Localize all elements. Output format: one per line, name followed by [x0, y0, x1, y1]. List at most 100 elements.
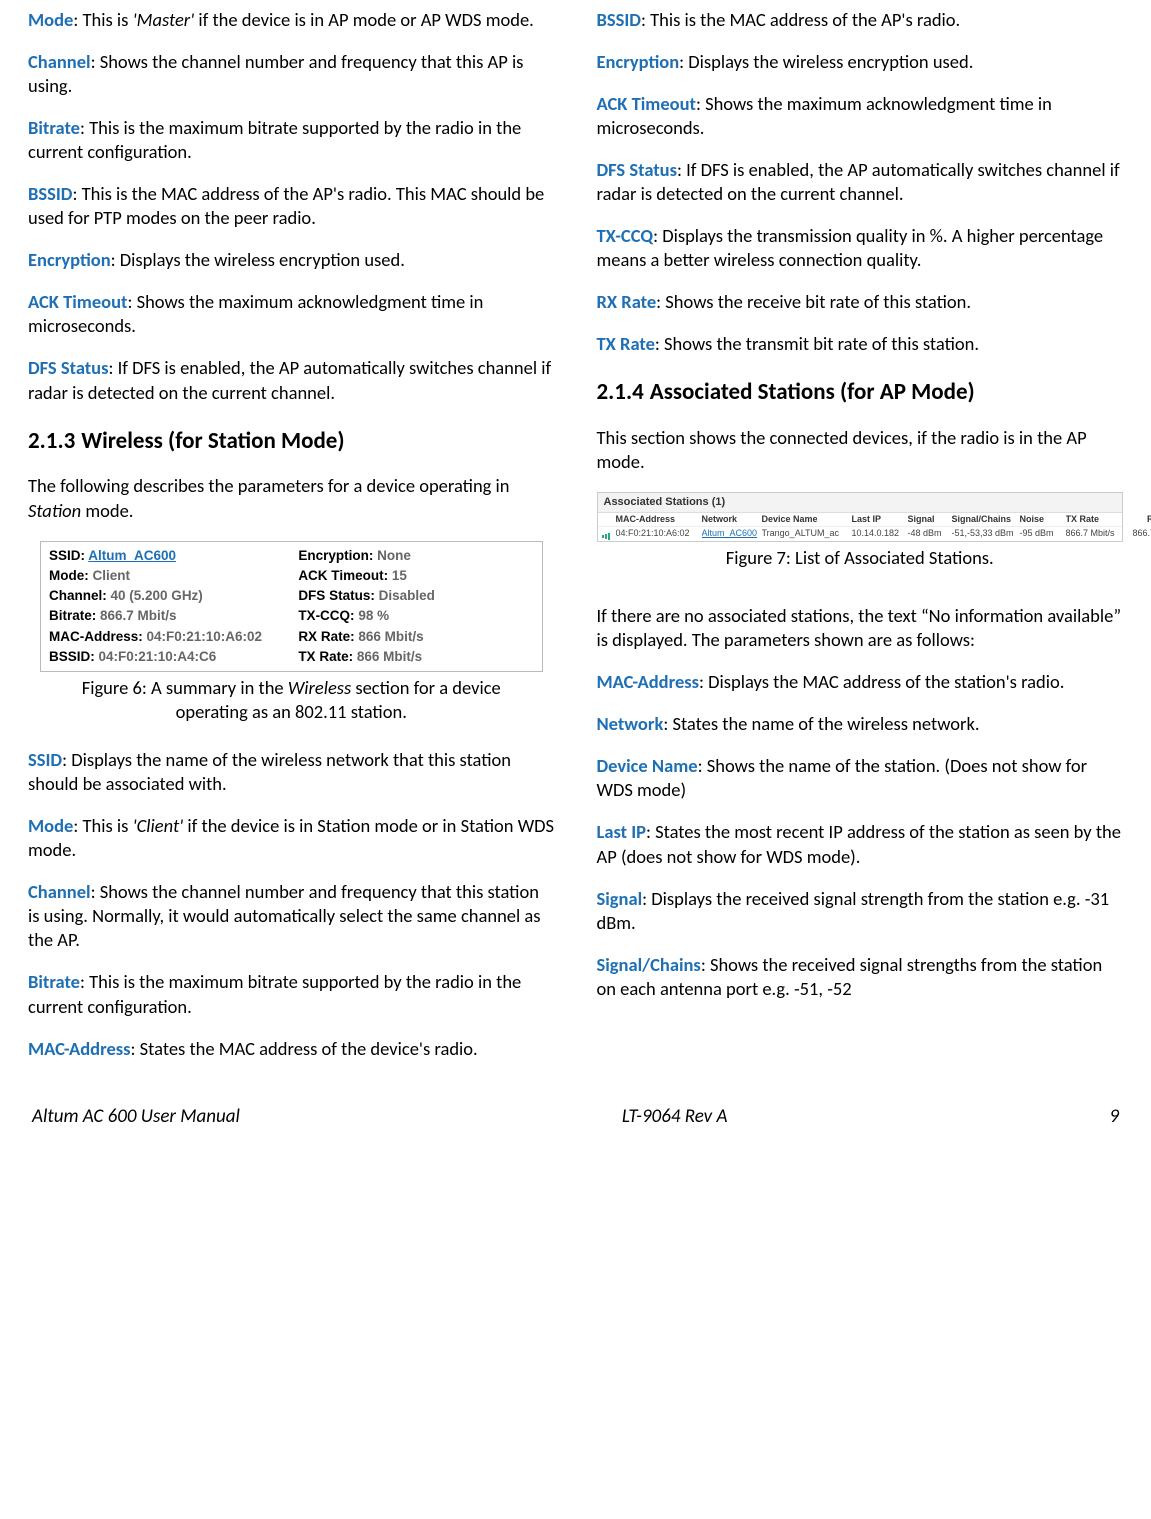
fig-label: SSID:: [49, 548, 88, 563]
text: This section shows the connected devices…: [597, 426, 1087, 473]
cell-network-link[interactable]: Altum_AC600: [702, 528, 758, 540]
cell-noise: -95 dBm: [1020, 528, 1062, 540]
def-encryption-ap: Encryption: Displays the wireless encryp…: [28, 248, 555, 272]
col-device: Device Name: [762, 514, 848, 526]
heading-2-1-3: 2.1.3Wireless (for Station Mode): [28, 427, 555, 457]
fig-value: Client: [93, 568, 131, 583]
term-label: Channel: [28, 880, 91, 903]
term-text: : States the most recent IP address of t…: [597, 820, 1121, 867]
cell-lastip: 10.14.0.182: [852, 528, 904, 540]
col-lastip: Last IP: [852, 514, 904, 526]
col-network: Network: [702, 514, 758, 526]
fig-label: TX Rate:: [298, 649, 357, 664]
assoc-title: Associated Stations (1): [598, 493, 1123, 512]
caption-text: Figure 7: List of Associated Stations.: [726, 546, 994, 569]
term-label: BSSID: [597, 8, 641, 31]
assoc-intro: This section shows the connected devices…: [597, 426, 1124, 474]
fig-label: Channel:: [49, 588, 111, 603]
fig-value: 866 Mbit/s: [358, 629, 423, 644]
fig-value: 98 %: [358, 608, 389, 623]
fig-value: 40 (5.200 GHz): [111, 588, 203, 603]
term-label: Device Name: [597, 754, 698, 777]
term-rest: if the device is in AP mode or AP WDS mo…: [194, 8, 534, 31]
def-bssid-sta: BSSID: This is the MAC address of the AP…: [597, 8, 1124, 32]
text-italic: Station: [28, 499, 81, 522]
def-ack-ap: ACK Timeout: Shows the maximum acknowled…: [28, 290, 555, 338]
term-text: : States the MAC address of the device's…: [131, 1037, 478, 1060]
term-label: Bitrate: [28, 970, 80, 993]
footer-page-number: 9: [1109, 1105, 1119, 1130]
term-text: : Displays the wireless encryption used.: [679, 50, 973, 73]
def-ack-sta: ACK Timeout: Shows the maximum acknowled…: [597, 92, 1124, 140]
cell-txrate: 866.7 Mbit/s: [1066, 528, 1122, 540]
term-italic: 'Client': [133, 814, 184, 837]
term-text: : Displays the MAC address of the statio…: [699, 670, 1064, 693]
term-text: : Shows the channel number and frequency…: [28, 50, 523, 97]
term-label: SSID: [28, 748, 62, 771]
fig-value: 866.7 Mbit/s: [100, 608, 177, 623]
fig-row: Bitrate: 866.7 Mbit/s TX-CCQ: 98 %: [49, 606, 534, 626]
figure-7-caption: Figure 7: List of Associated Stations.: [617, 546, 1104, 570]
term-label: Last IP: [597, 820, 647, 843]
assoc-header-row: MAC-Address Network Device Name Last IP …: [598, 513, 1123, 528]
term-italic: 'Master': [133, 8, 195, 31]
def-dfs-sta: DFS Status: If DFS is enabled, the AP au…: [597, 158, 1124, 206]
term-text: : Shows the transmit bit rate of this st…: [655, 332, 979, 355]
def-channel-ap: Channel: Shows the channel number and fr…: [28, 50, 555, 98]
def-bitrate-ap: Bitrate: This is the maximum bitrate sup…: [28, 116, 555, 164]
term-text: : Displays the name of the wireless netw…: [28, 748, 511, 795]
term-text: : Displays the received signal strength …: [597, 887, 1110, 934]
term-label: Signal/Chains: [597, 953, 701, 976]
col-chains: Signal/Chains: [952, 514, 1016, 526]
fig-value: 866 Mbit/s: [357, 649, 422, 664]
def-assoc-lastip: Last IP: States the most recent IP addre…: [597, 820, 1124, 868]
cell-rxrate: 866.7 Mbit/s: [1126, 528, 1151, 540]
page-footer: Altum AC 600 User Manual LT-9064 Rev A 9: [28, 1105, 1123, 1130]
def-channel-sta: Channel: Shows the channel number and fr…: [28, 880, 555, 952]
caption-text: Figure 6: A summary in the: [82, 676, 288, 699]
text: mode.: [81, 499, 133, 522]
heading-title: Wireless (for Station Mode): [81, 427, 344, 455]
col-rxrate: RX Rate: [1126, 514, 1151, 526]
def-bitrate-sta: Bitrate: This is the maximum bitrate sup…: [28, 970, 555, 1018]
term-label: Bitrate: [28, 116, 80, 139]
def-assoc-chains: Signal/Chains: Shows the received signal…: [597, 953, 1124, 1001]
cell-device: Trango_ALTUM_ac: [762, 528, 848, 540]
fig-label: Mode:: [49, 568, 93, 583]
two-column-layout: Mode: This is 'Master' if the device is …: [28, 8, 1123, 1079]
term-label: MAC-Address: [28, 1037, 131, 1060]
col-icon: [602, 514, 612, 526]
fig-label: Encryption:: [298, 548, 377, 563]
text: The following describes the parameters f…: [28, 474, 510, 497]
heading-number: 2.1.3: [28, 427, 75, 455]
assoc-data-row: 04:F0:21:10:A6:02 Altum_AC600 Trango_ALT…: [598, 527, 1123, 541]
col-txrate: TX Rate: [1066, 514, 1122, 526]
term-text: : Shows the channel number and frequency…: [28, 880, 541, 951]
term-label: Mode: [28, 8, 73, 31]
footer-center: LT-9064 Rev A: [622, 1105, 728, 1130]
fig-ssid-link[interactable]: Altum_AC600: [88, 548, 176, 563]
term-text: : This is the maximum bitrate supported …: [28, 116, 521, 163]
fig-value: 04:F0:21:10:A4:C6: [99, 649, 217, 664]
figure-7-box: Associated Stations (1) MAC-Address Netw…: [597, 492, 1124, 542]
term-label: BSSID: [28, 182, 72, 205]
def-assoc-mac: MAC-Address: Displays the MAC address of…: [597, 670, 1124, 694]
caption-italic: Wireless: [288, 676, 351, 699]
fig-row: SSID: Altum_AC600 Encryption: None: [49, 546, 534, 566]
def-encryption-sta: Encryption: Displays the wireless encryp…: [597, 50, 1124, 74]
fig-value: 04:F0:21:10:A6:02: [147, 629, 263, 644]
term-label: Network: [597, 712, 664, 735]
figure-6-box: SSID: Altum_AC600 Encryption: None Mode:…: [40, 541, 543, 673]
col-mac: MAC-Address: [616, 514, 698, 526]
heading-2-1-4: 2.1.4Associated Stations (for AP Mode): [597, 378, 1124, 408]
station-intro: The following describes the parameters f…: [28, 474, 555, 522]
term-label: RX Rate: [597, 290, 657, 313]
cell-signal: -48 dBm: [908, 528, 948, 540]
term-text: : This is: [73, 8, 132, 31]
term-label: ACK Timeout: [597, 92, 696, 115]
fig-row: BSSID: 04:F0:21:10:A4:C6 TX Rate: 866 Mb…: [49, 647, 534, 667]
term-label: TX Rate: [597, 332, 655, 355]
fig-row: MAC-Address: 04:F0:21:10:A6:02 RX Rate: …: [49, 627, 534, 647]
col-noise: Noise: [1020, 514, 1062, 526]
def-bssid-ap: BSSID: This is the MAC address of the AP…: [28, 182, 555, 230]
